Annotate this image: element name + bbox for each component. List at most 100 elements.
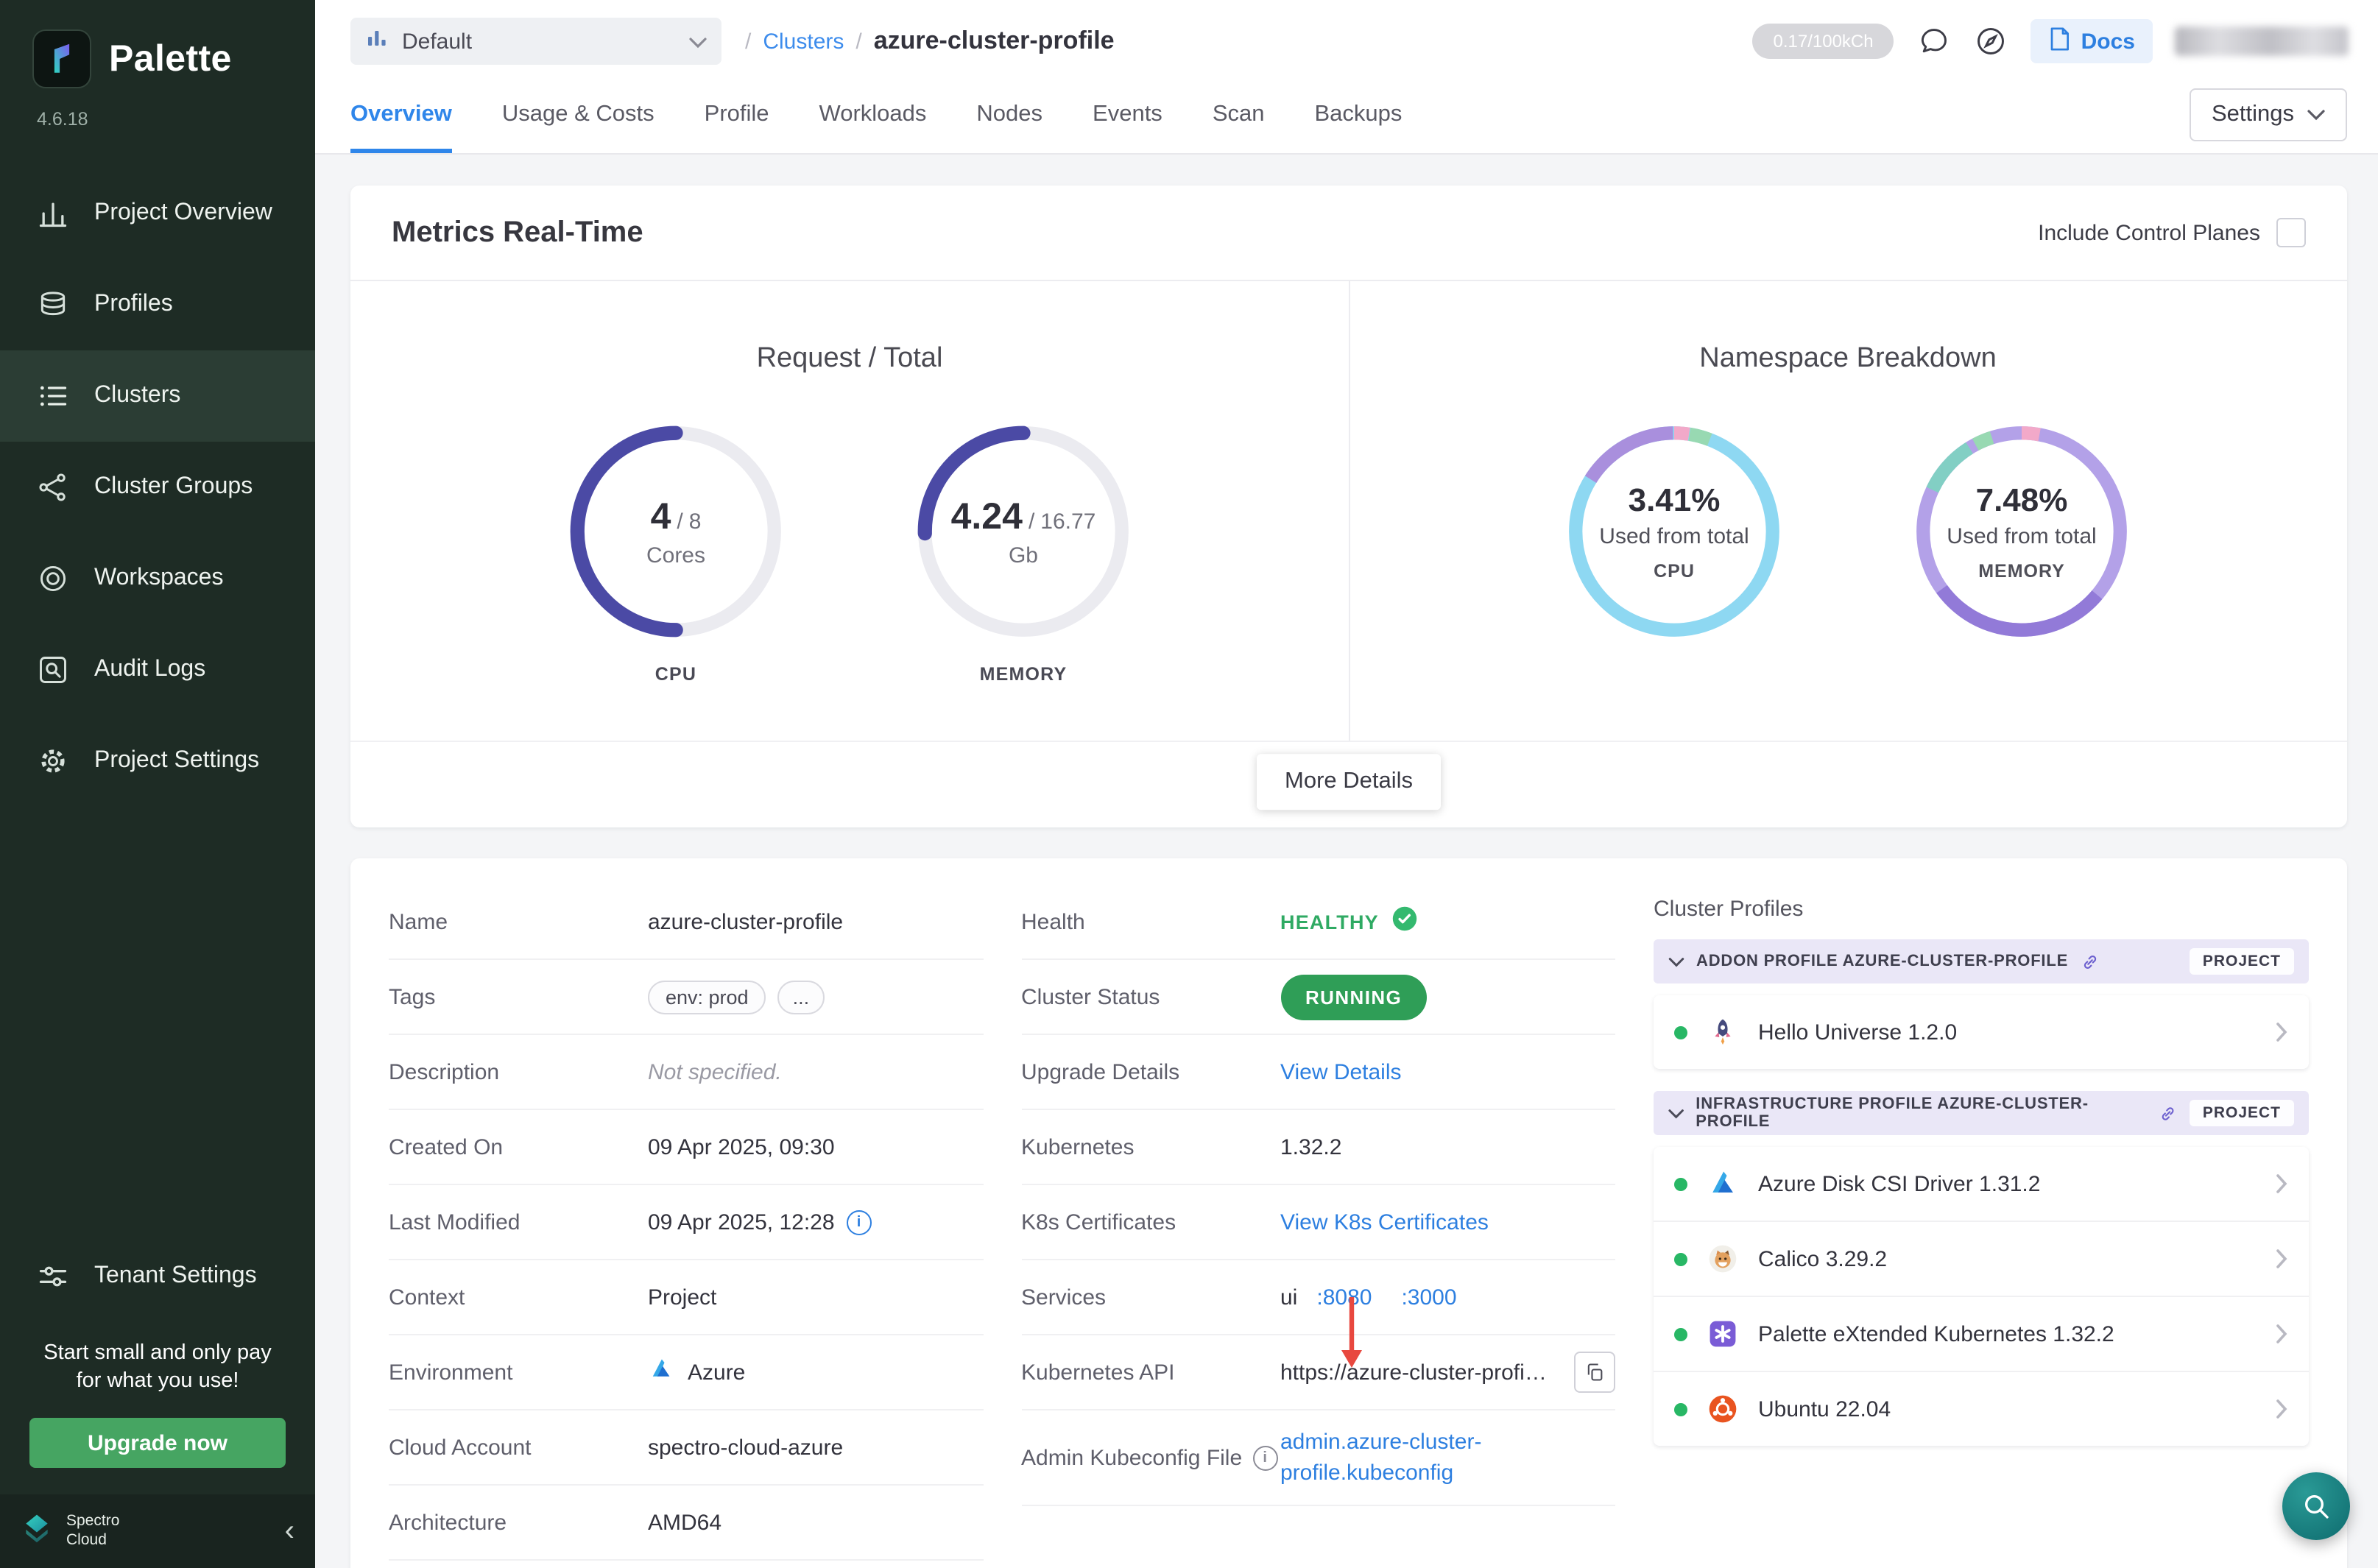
field-description: Description Not specified.: [389, 1035, 983, 1110]
chevron-down-icon: [1668, 956, 1684, 967]
workspaces-icon: [37, 562, 69, 595]
infrastructure-profile-header[interactable]: INFRASTRUCTURE PROFILE AZURE-CLUSTER-PRO…: [1654, 1091, 2309, 1135]
tab-scan[interactable]: Scan: [1213, 77, 1265, 153]
settings-button[interactable]: Settings: [2190, 88, 2347, 141]
tab-nodes[interactable]: Nodes: [976, 77, 1042, 153]
profile-item-ubuntu[interactable]: Ubuntu 22.04: [1654, 1372, 2309, 1446]
audit-logs-icon: [37, 654, 69, 686]
sidebar-item-tenant-settings[interactable]: Tenant Settings: [0, 1231, 315, 1322]
request-total-title: Request / Total: [757, 343, 943, 375]
status-dot: [1674, 1025, 1687, 1039]
sidebar-collapse-icon[interactable]: ‹: [285, 1516, 294, 1546]
field-last-modified: Last Modified 09 Apr 2025, 12:28 i: [389, 1185, 983, 1260]
sidebar-item-cluster-groups[interactable]: Cluster Groups: [0, 442, 315, 533]
more-details-button[interactable]: More Details: [1257, 754, 1441, 810]
namespace-memory-donut: 7.48% Used from total MEMORY: [1895, 420, 2148, 643]
field-kubernetes: Kubernetes 1.32.2: [1021, 1110, 1615, 1185]
memory-gauge: 4.24 / 16.77 Gb MEMORY: [897, 420, 1150, 685]
namespace-memory-percent: 7.48%: [1976, 481, 2068, 520]
sliders-icon: [37, 1260, 69, 1293]
compass-icon[interactable]: [1974, 24, 2009, 59]
memory-total: 16.77: [1040, 509, 1095, 534]
sidebar-item-clusters[interactable]: Clusters: [0, 350, 315, 442]
details-middle-column: Health HEALTHY Cluster Status RUNNING: [1021, 885, 1615, 1568]
pxk-icon: [1705, 1316, 1740, 1352]
settings-label: Settings: [2212, 102, 2294, 128]
service-port-8080-link[interactable]: :8080: [1316, 1285, 1372, 1310]
service-port-3000-link[interactable]: :3000: [1401, 1285, 1456, 1310]
memory-unit: Gb: [1009, 543, 1038, 568]
spectro-cloud-label: Spectro Cloud: [66, 1512, 119, 1551]
tab-profile[interactable]: Profile: [705, 77, 769, 153]
profile-item-azure-disk-csi[interactable]: Azure Disk CSI Driver 1.31.2: [1654, 1147, 2309, 1222]
cluster-profiles-title: Cluster Profiles: [1654, 897, 2309, 922]
tab-overview[interactable]: Overview: [350, 77, 452, 153]
breadcrumb-separator: /: [855, 29, 861, 54]
sidebar-item-project-settings[interactable]: Project Settings: [0, 716, 315, 807]
breadcrumb-separator: /: [745, 29, 751, 54]
sidebar-item-audit-logs[interactable]: Audit Logs: [0, 624, 315, 716]
tab-backups[interactable]: Backups: [1315, 77, 1403, 153]
field-context: Context Project: [389, 1260, 983, 1335]
chevron-down-icon: [2307, 109, 2325, 121]
upgrade-now-button[interactable]: Upgrade now: [29, 1418, 286, 1468]
sidebar-item-label: Tenant Settings: [94, 1263, 257, 1290]
status-dot: [1674, 1177, 1687, 1190]
sidebar-item-label: Cluster Groups: [94, 474, 253, 501]
brand-name: Palette: [109, 38, 232, 80]
check-circle-icon: [1392, 905, 1419, 938]
status-dot: [1674, 1252, 1687, 1265]
docs-button[interactable]: Docs: [2031, 19, 2153, 63]
api-url: https://azure-cluster-profile...: [1280, 1360, 1548, 1385]
project-selector[interactable]: Default: [350, 18, 721, 65]
cpu-total: 8: [689, 509, 702, 534]
sidebar-item-project-overview[interactable]: Project Overview: [0, 168, 315, 259]
addon-profile-group: ADDON PROFILE AZURE-CLUSTER-PROFILE PROJ…: [1654, 939, 2309, 1069]
field-admin-kubeconfig: Admin Kubeconfig File i admin.azure-clus…: [1021, 1410, 1615, 1506]
search-fab-button[interactable]: [2282, 1472, 2350, 1540]
tags-overflow-chip[interactable]: ...: [778, 980, 825, 1014]
account-menu-blurred[interactable]: [2175, 27, 2349, 56]
top-bar: Default / Clusters / azure-cluster-profi…: [315, 0, 2378, 155]
tab-bar: Overview Usage & Costs Profile Workloads…: [350, 77, 1402, 153]
profile-item-palette-extended-k8s[interactable]: Palette eXtended Kubernetes 1.32.2: [1654, 1297, 2309, 1372]
sidebar-item-profiles[interactable]: Profiles: [0, 259, 315, 350]
profile-item-hello-universe[interactable]: Hello Universe 1.2.0: [1654, 995, 2309, 1069]
field-k8s-certificates: K8s Certificates View K8s Certificates: [1021, 1185, 1615, 1260]
profile-item-calico[interactable]: Calico 3.29.2: [1654, 1222, 2309, 1297]
metrics-title: Metrics Real-Time: [392, 216, 643, 250]
palette-logo-icon: [32, 29, 91, 88]
namespace-breakdown-panel: Namespace Breakdown: [1349, 281, 2347, 741]
tag-chip: env: prod: [648, 980, 766, 1014]
view-details-link[interactable]: View Details: [1280, 1059, 1402, 1084]
addon-profile-header[interactable]: ADDON PROFILE AZURE-CLUSTER-PROFILE PROJ…: [1654, 939, 2309, 983]
cluster-profiles-column: Cluster Profiles ADDON PROFILE AZURE-CLU…: [1654, 885, 2309, 1568]
copy-icon[interactable]: [1574, 1352, 1615, 1393]
namespace-cpu-percent: 3.41%: [1629, 481, 1721, 520]
include-control-planes-checkbox[interactable]: [2276, 218, 2306, 247]
infrastructure-profile-group: INFRASTRUCTURE PROFILE AZURE-CLUSTER-PRO…: [1654, 1091, 2309, 1446]
calico-icon: [1705, 1241, 1740, 1276]
tab-usage-costs[interactable]: Usage & Costs: [502, 77, 655, 153]
field-services: Services ui :8080 :3000: [1021, 1260, 1615, 1335]
chevron-right-icon: [2275, 1324, 2288, 1344]
tab-events[interactable]: Events: [1093, 77, 1162, 153]
status-dot: [1674, 1327, 1687, 1341]
kubeconfig-link[interactable]: admin.azure-cluster-profile.kubeconfig: [1280, 1427, 1538, 1488]
chat-icon[interactable]: [1916, 24, 1952, 59]
info-icon[interactable]: i: [847, 1209, 872, 1235]
chevron-right-icon: [2275, 1022, 2288, 1042]
search-icon: [2301, 1491, 2331, 1521]
details-left-column: Name azure-cluster-profile Tags env: pro…: [389, 885, 983, 1568]
status-badge: RUNNING: [1280, 974, 1427, 1020]
tab-workloads[interactable]: Workloads: [819, 77, 927, 153]
cluster-details-card: Name azure-cluster-profile Tags env: pro…: [350, 858, 2347, 1568]
link-icon: [2159, 1103, 2178, 1123]
view-k8s-certificates-link[interactable]: View K8s Certificates: [1280, 1209, 1489, 1235]
health-status: HEALTHY: [1280, 911, 1379, 933]
info-icon[interactable]: i: [1252, 1445, 1277, 1470]
sidebar-item-workspaces[interactable]: Workspaces: [0, 533, 315, 624]
metrics-divider: [1349, 281, 1350, 741]
spectro-cloud-logo-icon: [21, 1511, 53, 1551]
breadcrumb-clusters-link[interactable]: Clusters: [763, 29, 844, 54]
